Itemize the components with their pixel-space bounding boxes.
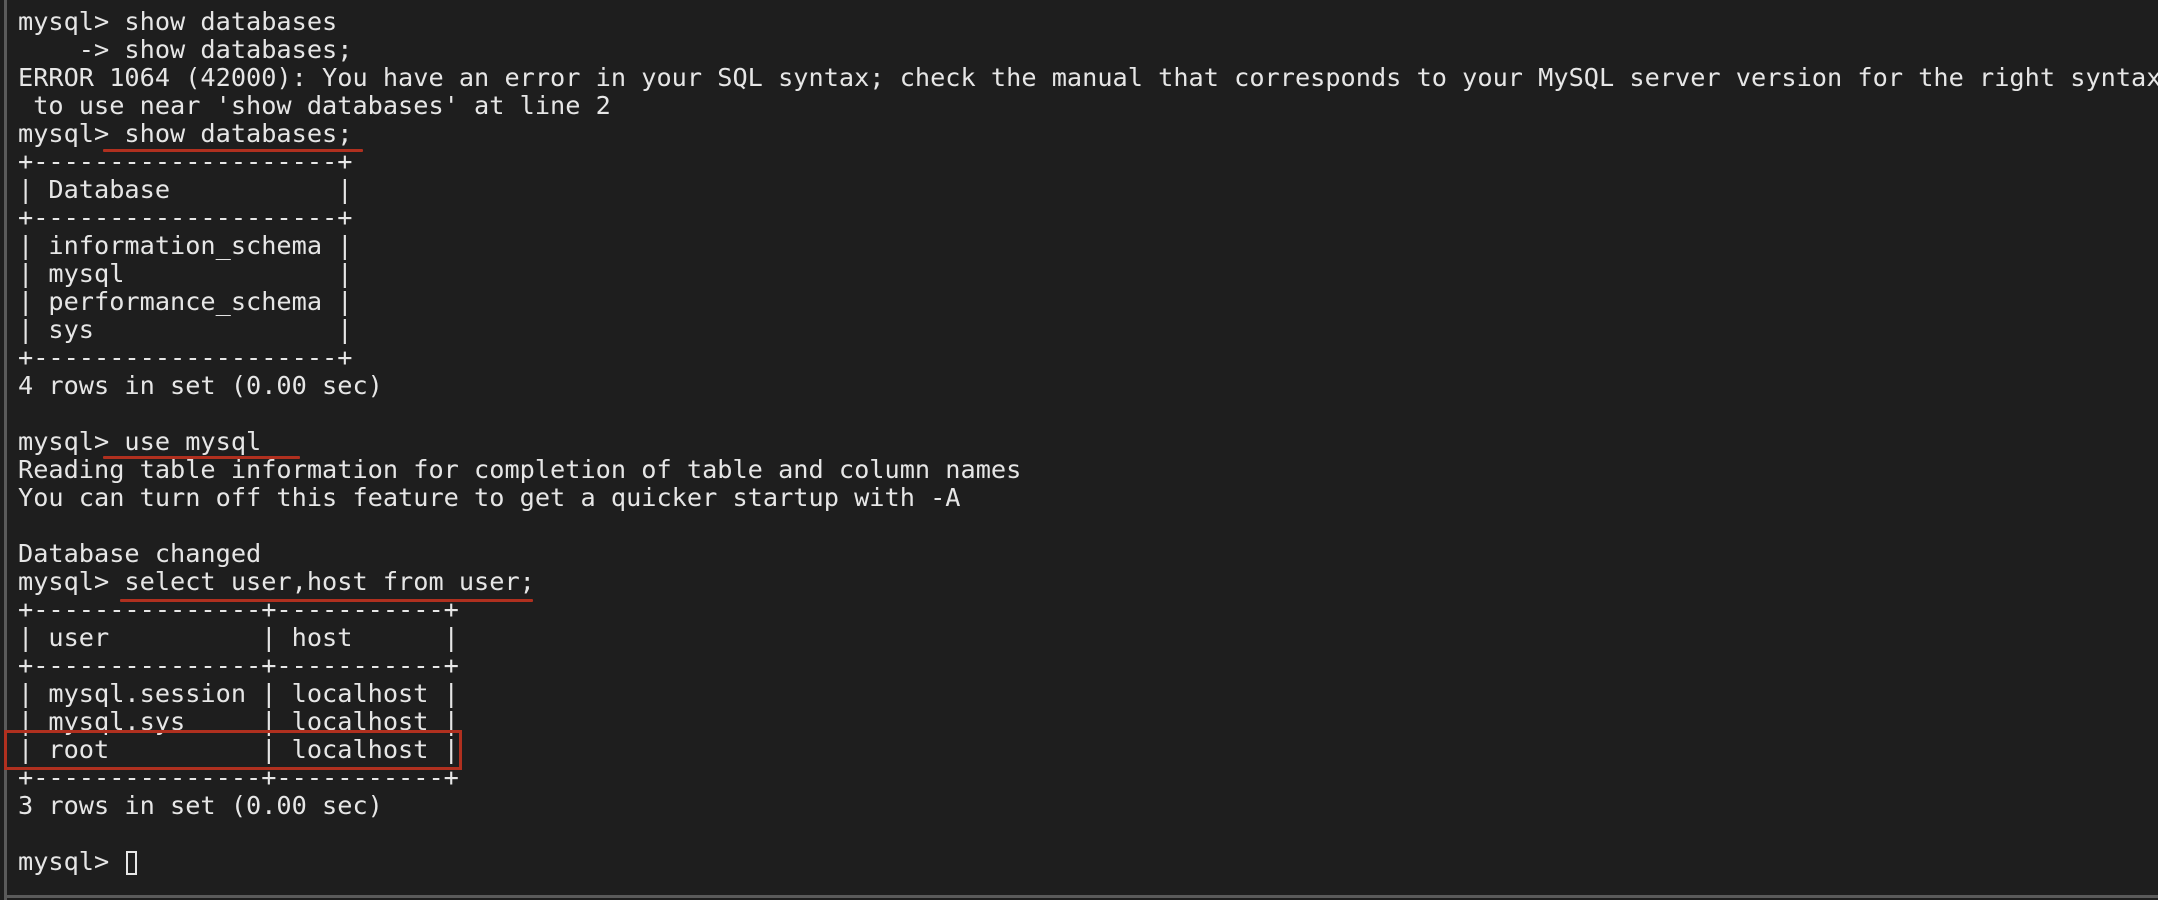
terminal-line: You can turn off this feature to get a q…	[18, 483, 961, 512]
terminal-line: | information_schema |	[18, 231, 353, 260]
terminal-line: mysql> show databases;	[18, 119, 353, 148]
annotation-underline-select-query	[120, 599, 533, 602]
text-cursor	[126, 851, 138, 875]
terminal-line: 3 rows in set (0.00 sec)	[18, 791, 383, 820]
terminal-line: Reading table information for completion…	[18, 455, 1022, 484]
terminal-line: to use near 'show databases' at line 2	[18, 91, 611, 120]
prompt-line[interactable]: mysql>	[18, 848, 2158, 876]
terminal-line: +--------------------+	[18, 343, 353, 372]
terminal-line: +--------------------+	[18, 147, 353, 176]
annotation-underline-show-databases	[103, 149, 363, 152]
terminal-line: | user | host |	[18, 623, 459, 652]
terminal-line: +---------------+-----------+	[18, 651, 459, 680]
prompt-text: mysql>	[18, 847, 125, 876]
terminal-line: -> show databases;	[18, 35, 353, 64]
terminal-line: +--------------------+	[18, 203, 353, 232]
terminal-line: mysql> select user,host from user;	[18, 567, 535, 596]
terminal-line: mysql> use mysql	[18, 427, 262, 456]
annotation-underline-use-mysql	[103, 456, 300, 459]
terminal-line: 4 rows in set (0.00 sec)	[18, 371, 383, 400]
terminal-line: ERROR 1064 (42000): You have an error in…	[18, 63, 2158, 92]
terminal-line: mysql> show databases	[18, 7, 338, 36]
terminal-line: | Database |	[18, 175, 353, 204]
terminal-line: | mysql.session | localhost |	[18, 679, 459, 708]
terminal-line: | mysql |	[18, 259, 353, 288]
annotation-box-root-row	[4, 730, 462, 770]
terminal-line: | performance_schema |	[18, 287, 353, 316]
terminal-line: | sys |	[18, 315, 353, 344]
terminal-line: Database changed	[18, 539, 262, 568]
window-border-bottom	[4, 895, 2158, 898]
